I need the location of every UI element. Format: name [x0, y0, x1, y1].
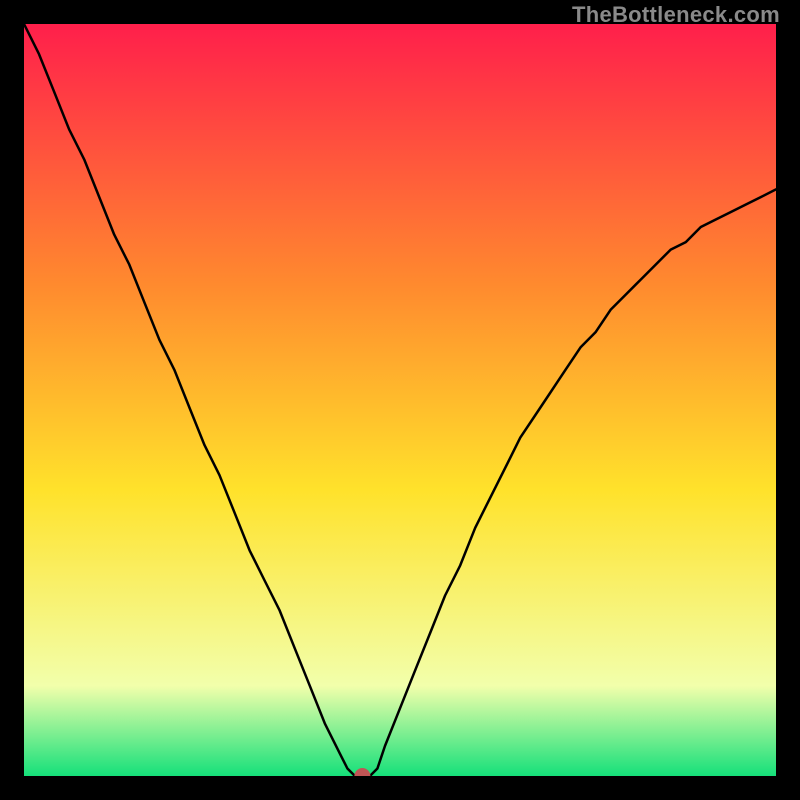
gradient-background [24, 24, 776, 776]
chart-frame: TheBottleneck.com [0, 0, 800, 800]
bottleneck-chart [24, 24, 776, 776]
